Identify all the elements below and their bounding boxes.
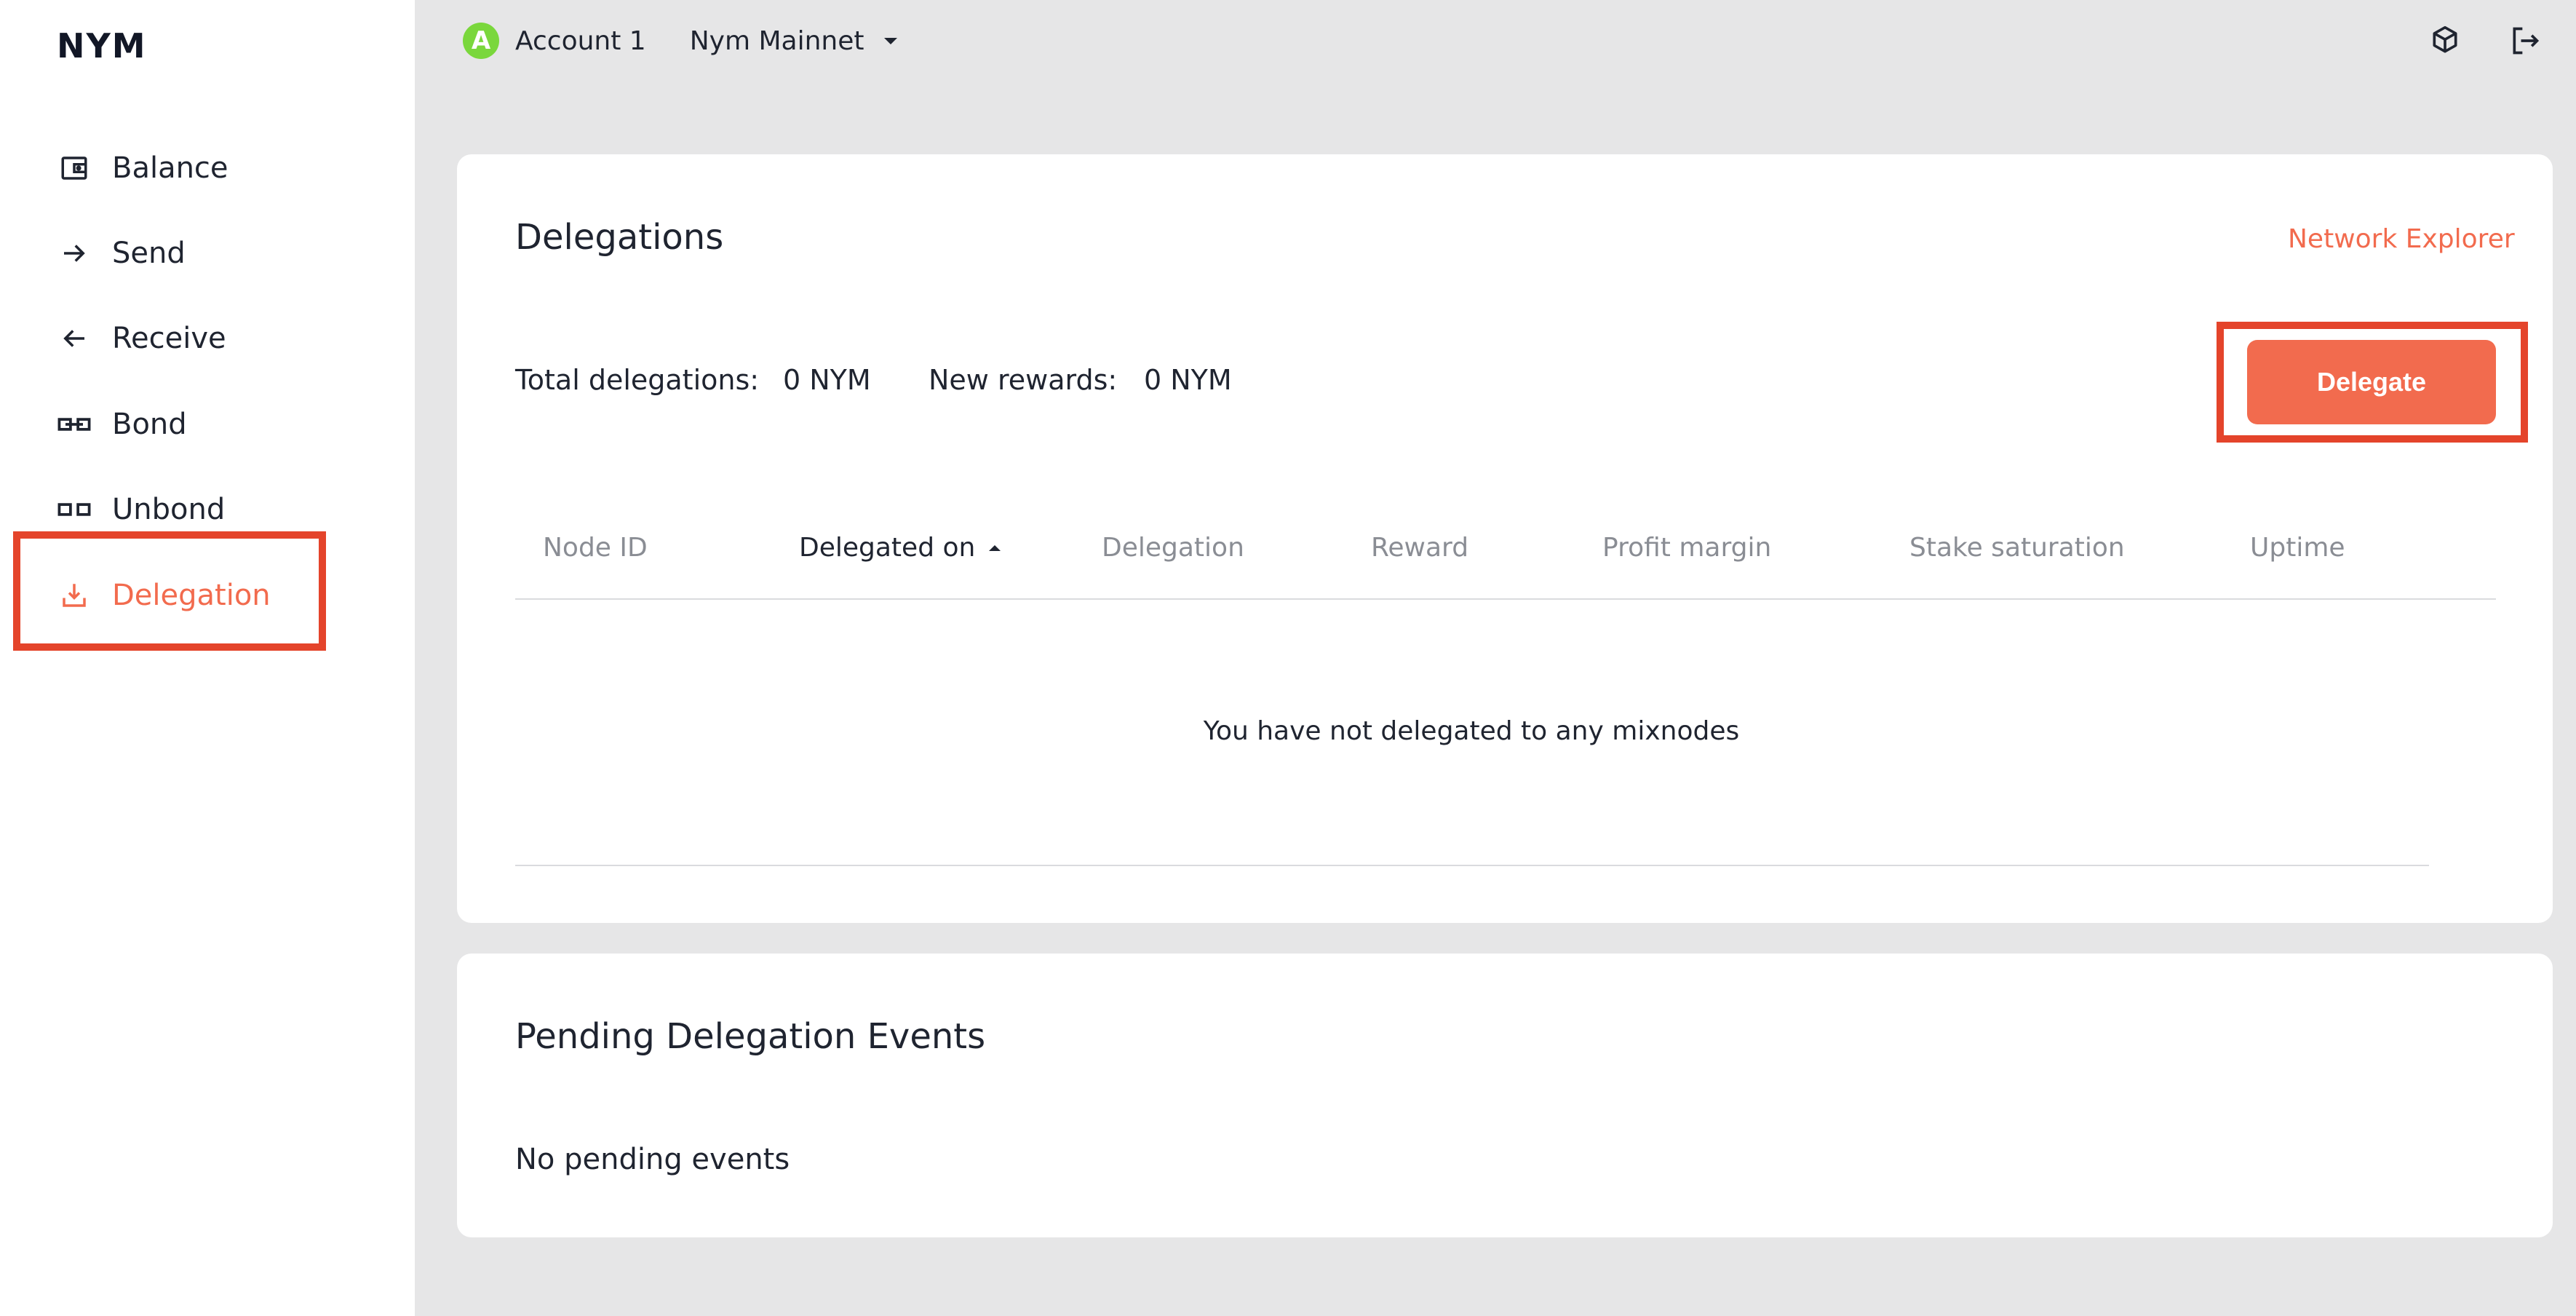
column-label: Stake saturation	[1909, 533, 2125, 563]
sidebar-item-send[interactable]: Send	[57, 221, 348, 286]
column-header-delegation[interactable]: Delegation	[1102, 533, 1244, 563]
delegate-highlight-box	[2217, 322, 2528, 443]
sidebar-item-label: Send	[112, 237, 186, 270]
sidebar-item-label: Balance	[112, 151, 228, 185]
pending-events-title: Pending Delegation Events	[515, 1016, 986, 1057]
total-delegations-value: 0 NYM	[783, 364, 871, 396]
pending-events-card	[457, 954, 2553, 1237]
column-label: Reward	[1371, 533, 1469, 563]
column-label: Profit margin	[1602, 533, 1772, 563]
column-header-node-id[interactable]: Node ID	[543, 533, 648, 563]
cube-icon[interactable]	[2425, 20, 2465, 61]
arrow-right-icon	[57, 236, 92, 271]
sidebar-item-label: Receive	[112, 322, 226, 355]
unbond-icon	[57, 492, 92, 527]
bond-icon	[57, 407, 92, 442]
sidebar-item-bond[interactable]: Bond	[57, 392, 348, 457]
column-label: Uptime	[2250, 533, 2345, 563]
nym-logo: NYM	[57, 26, 147, 66]
total-delegations-label: Total delegations:	[515, 364, 760, 396]
column-label: Node ID	[543, 533, 648, 563]
empty-delegations-message: You have not delegated to any mixnodes	[1203, 716, 1740, 746]
column-header-delegated-on[interactable]: Delegated on	[799, 533, 1003, 563]
no-pending-events-message: No pending events	[515, 1143, 790, 1176]
delegation-highlight-box	[13, 531, 326, 651]
account-selector[interactable]: A Account 1 Nym Mainnet	[463, 20, 900, 61]
sort-ascending-icon	[987, 543, 1003, 553]
logout-icon[interactable]	[2505, 20, 2545, 61]
delegations-card	[457, 154, 2553, 923]
column-header-reward[interactable]: Reward	[1371, 533, 1468, 563]
column-label: Delegation	[1102, 533, 1244, 563]
sidebar-item-balance[interactable]: Balance	[57, 135, 348, 201]
column-label: Delegated on	[799, 533, 976, 563]
network-selector[interactable]: Nym Mainnet	[690, 26, 864, 56]
new-rewards-value: 0 NYM	[1144, 364, 1232, 396]
sidebar-item-label: Unbond	[112, 493, 226, 526]
table-header-divider	[515, 598, 2496, 600]
new-rewards-label: New rewards:	[929, 364, 1118, 396]
column-header-stake-saturation[interactable]: Stake saturation	[1909, 533, 2125, 563]
wallet-icon	[57, 151, 92, 186]
column-header-profit-margin[interactable]: Profit margin	[1602, 533, 1771, 563]
avatar: A	[463, 23, 499, 59]
sidebar-item-receive[interactable]: Receive	[57, 306, 348, 371]
arrow-left-icon	[57, 321, 92, 356]
sidebar: NYM Balance Send Receive Bond Unbond Del…	[0, 0, 415, 1316]
sidebar-item-label: Bond	[112, 408, 187, 441]
delegations-title: Delegations	[515, 217, 724, 258]
account-name: Account 1	[515, 25, 646, 56]
network-explorer-link[interactable]: Network Explorer	[2288, 224, 2515, 254]
column-header-uptime[interactable]: Uptime	[2250, 533, 2345, 563]
chevron-down-icon[interactable]	[881, 35, 900, 47]
table-footer-divider	[515, 865, 2429, 866]
